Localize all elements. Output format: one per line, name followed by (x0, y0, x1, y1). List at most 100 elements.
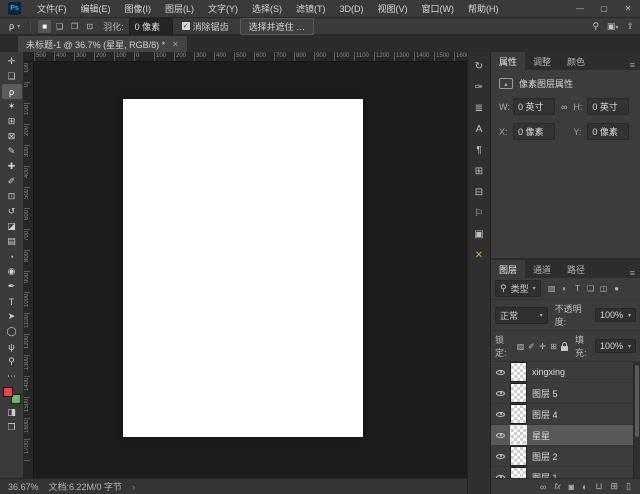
document-tab[interactable]: 未标题-1 @ 36.7% (星星, RGB/8) * ✕ (18, 36, 187, 52)
brush-tool[interactable]: ✐ (2, 174, 22, 189)
panel-tab[interactable]: 路径 (559, 260, 593, 278)
maximize-button[interactable]: ▢ (592, 0, 616, 17)
shape-tool[interactable]: ◯ (2, 324, 22, 339)
link-layers-icon[interactable]: ∞ (540, 482, 546, 492)
lock-transparency-icon[interactable]: ▨ (515, 342, 526, 351)
layer-thumbnail[interactable] (510, 362, 527, 382)
scrollbar-thumb[interactable] (635, 365, 639, 437)
zoom-tool[interactable]: ⚲ (2, 354, 22, 369)
layer-thumbnail[interactable] (510, 383, 527, 403)
marquee-tool[interactable]: ❏ (2, 69, 22, 84)
adjustment-layer-icon[interactable]: ◐ (582, 482, 587, 492)
artboard-panel-icon[interactable]: ⊞ (470, 162, 489, 180)
character-panel-icon[interactable]: A (470, 120, 489, 138)
y-field[interactable]: 0 像素 (587, 123, 630, 140)
minimize-button[interactable]: — (568, 0, 592, 17)
dodge-tool[interactable]: ◉ (2, 264, 22, 279)
layer-thumbnail[interactable] (510, 446, 527, 466)
new-group-icon[interactable]: ⊔ (595, 481, 602, 492)
gradient-tool[interactable]: ▤ (2, 234, 22, 249)
blend-mode-dropdown[interactable]: 正常 ▾ (495, 306, 548, 324)
visibility-eye-icon[interactable] (496, 369, 505, 375)
quick-mask-button[interactable]: ◨ (2, 405, 22, 420)
panel-menu-icon[interactable]: ≡ (625, 60, 640, 70)
clone-stamp-tool[interactable]: ⊡ (2, 189, 22, 204)
path-selection-tool[interactable]: ➤ (2, 309, 22, 324)
new-selection-icon[interactable]: ■ (38, 19, 52, 33)
pen-tool[interactable]: ✒ (2, 279, 22, 294)
menu-item[interactable]: 视图(V) (371, 0, 415, 17)
menu-item[interactable]: 图像(I) (118, 0, 159, 17)
workspace-icon[interactable]: ▣▾ (607, 21, 619, 32)
layer-list-scrollbar[interactable] (633, 362, 640, 478)
menu-item[interactable]: 帮助(H) (461, 0, 506, 17)
history-panel-icon[interactable]: ↻ (470, 57, 489, 75)
move-tool[interactable]: ✛ (2, 54, 22, 69)
tab-close-icon[interactable]: ✕ (172, 40, 179, 49)
foreground-color-swatch[interactable] (2, 387, 13, 397)
subtract-from-selection-icon[interactable]: ❒ (68, 20, 81, 33)
adjust-sliders-panel-icon[interactable]: ≣ (470, 99, 489, 117)
link-dimensions-icon[interactable]: ∞ (561, 102, 567, 112)
lock-pixels-icon[interactable]: ✐ (526, 342, 537, 351)
panel-tab[interactable]: 调整 (525, 52, 559, 70)
delete-layer-icon[interactable]: ▯ (626, 481, 631, 492)
height-field[interactable]: 0 英寸 (587, 98, 630, 115)
menu-item[interactable]: 文字(Y) (201, 0, 245, 17)
menu-item[interactable]: 图层(L) (158, 0, 201, 17)
libraries-panel-icon[interactable]: ▣ (470, 225, 489, 243)
visibility-eye-icon[interactable] (496, 453, 505, 459)
图层-2[interactable]: 图层 2 (491, 446, 640, 467)
filter-type-icon[interactable]: T (572, 284, 584, 293)
menu-item[interactable]: 编辑(E) (74, 0, 118, 17)
panel-tab[interactable]: 通道 (525, 260, 559, 278)
status-menu-arrow-icon[interactable]: › (132, 482, 135, 492)
new-layer-icon[interactable]: ⊞ (611, 481, 619, 492)
visibility-eye-icon[interactable] (496, 390, 505, 396)
info-panel-icon[interactable]: ⊟ (470, 183, 489, 201)
eyedropper-tool[interactable]: ✎ (2, 144, 22, 159)
visibility-eye-icon[interactable] (496, 432, 505, 438)
menu-item[interactable]: 窗口(W) (415, 0, 462, 17)
document-page[interactable] (123, 99, 363, 437)
menu-item[interactable]: 文件(F) (30, 0, 74, 17)
blur-tool[interactable]: ◔ (2, 249, 22, 264)
menu-item[interactable]: 选择(S) (245, 0, 289, 17)
filter-image-icon[interactable]: ▨ (546, 284, 558, 293)
frame-tool[interactable]: ⊠ (2, 129, 22, 144)
layer-thumbnail[interactable] (510, 467, 527, 478)
layer-effects-icon[interactable]: fx (554, 482, 560, 491)
lock-all-icon[interactable] (560, 341, 568, 351)
menu-item[interactable]: 滤镜(T) (289, 0, 333, 17)
plugin-x-icon[interactable]: ✕ (470, 246, 489, 264)
layer-thumbnail[interactable] (510, 404, 527, 424)
filter-smart-object-icon[interactable]: ◫ (598, 284, 610, 293)
opacity-dropdown[interactable]: 100% ▾ (594, 308, 636, 322)
add-to-selection-icon[interactable]: ❑ (53, 20, 66, 33)
zoom-level-field[interactable]: 36.67% (8, 482, 39, 492)
brush-settings-panel-icon[interactable]: ✑ (470, 78, 489, 96)
filter-shape-icon[interactable]: ❏ (585, 284, 597, 293)
lasso-tool[interactable]: ρ (1, 84, 22, 99)
图层-1[interactable]: 图层 1 (491, 467, 640, 478)
hand-tool[interactable]: ψ (2, 339, 22, 354)
panel-menu-icon[interactable]: ≡ (625, 268, 640, 278)
menu-item[interactable]: 3D(D) (333, 0, 371, 17)
x-field[interactable]: 0 像素 (513, 123, 555, 140)
panel-tab[interactable]: 属性 (491, 52, 526, 70)
lock-artboard-icon[interactable]: ⊞ (548, 342, 559, 351)
图层-5[interactable]: 图层 5 (491, 383, 640, 404)
filter-adjustment-icon[interactable]: ◐ (559, 284, 571, 293)
xingxing[interactable]: xingxing (491, 362, 640, 383)
intersect-selection-icon[interactable]: ⊡ (83, 20, 96, 33)
close-button[interactable]: ✕ (616, 0, 640, 17)
canvas-area[interactable]: 500 400 300 200 100 0 100 200 300 400 500 600 700 800… (24, 52, 467, 478)
paragraph-panel-icon[interactable]: ¶ (470, 141, 489, 159)
crop-tool[interactable]: ⊞ (2, 114, 22, 129)
图层-4[interactable]: 图层 4 (491, 404, 640, 425)
panel-tab[interactable]: 颜色 (559, 52, 593, 70)
fill-dropdown[interactable]: 100% ▾ (594, 339, 636, 353)
select-and-mask-button[interactable]: 选择并遮住 … (239, 17, 315, 35)
visibility-eye-icon[interactable] (496, 411, 505, 417)
eraser-tool[interactable]: ◪ (2, 219, 22, 234)
